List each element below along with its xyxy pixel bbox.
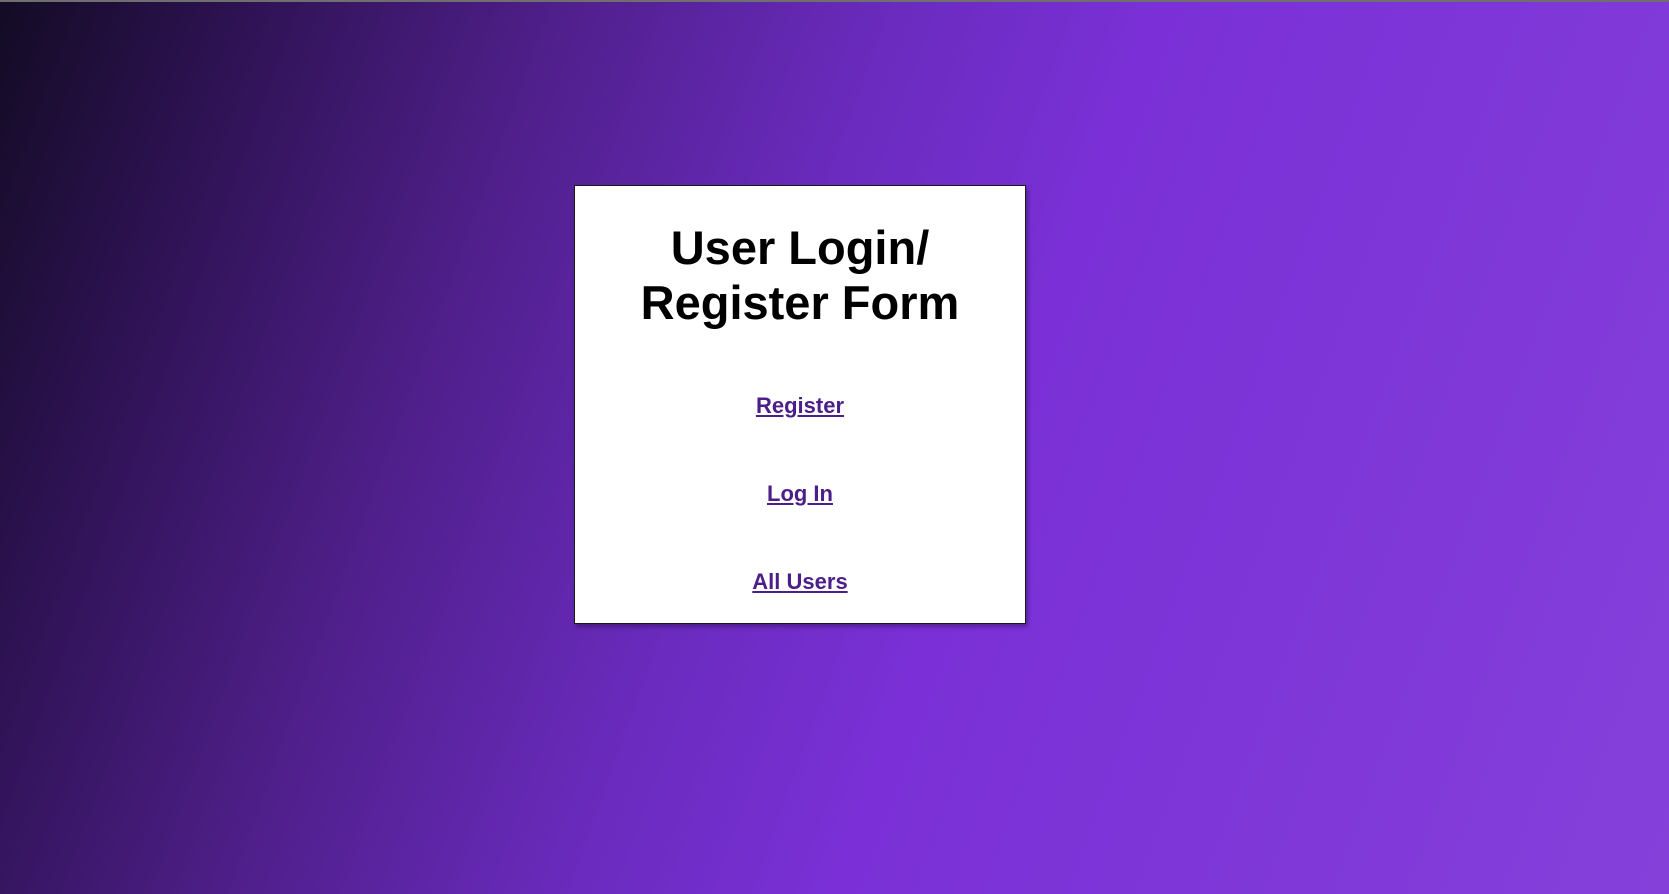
page-title: User Login/ Register Form [575,220,1025,330]
page-title-line-2: Register Form [640,276,960,329]
register-link-row: Register [575,393,1025,419]
login-register-card: User Login/ Register Form Register Log I… [574,185,1026,624]
all-users-link-row: All Users [575,569,1025,595]
page-title-line-1: User Login/ [670,221,930,274]
register-link[interactable]: Register [756,393,844,418]
login-link[interactable]: Log In [767,481,833,506]
window-top-border [0,0,1669,2]
all-users-link[interactable]: All Users [752,569,847,594]
login-link-row: Log In [575,481,1025,507]
